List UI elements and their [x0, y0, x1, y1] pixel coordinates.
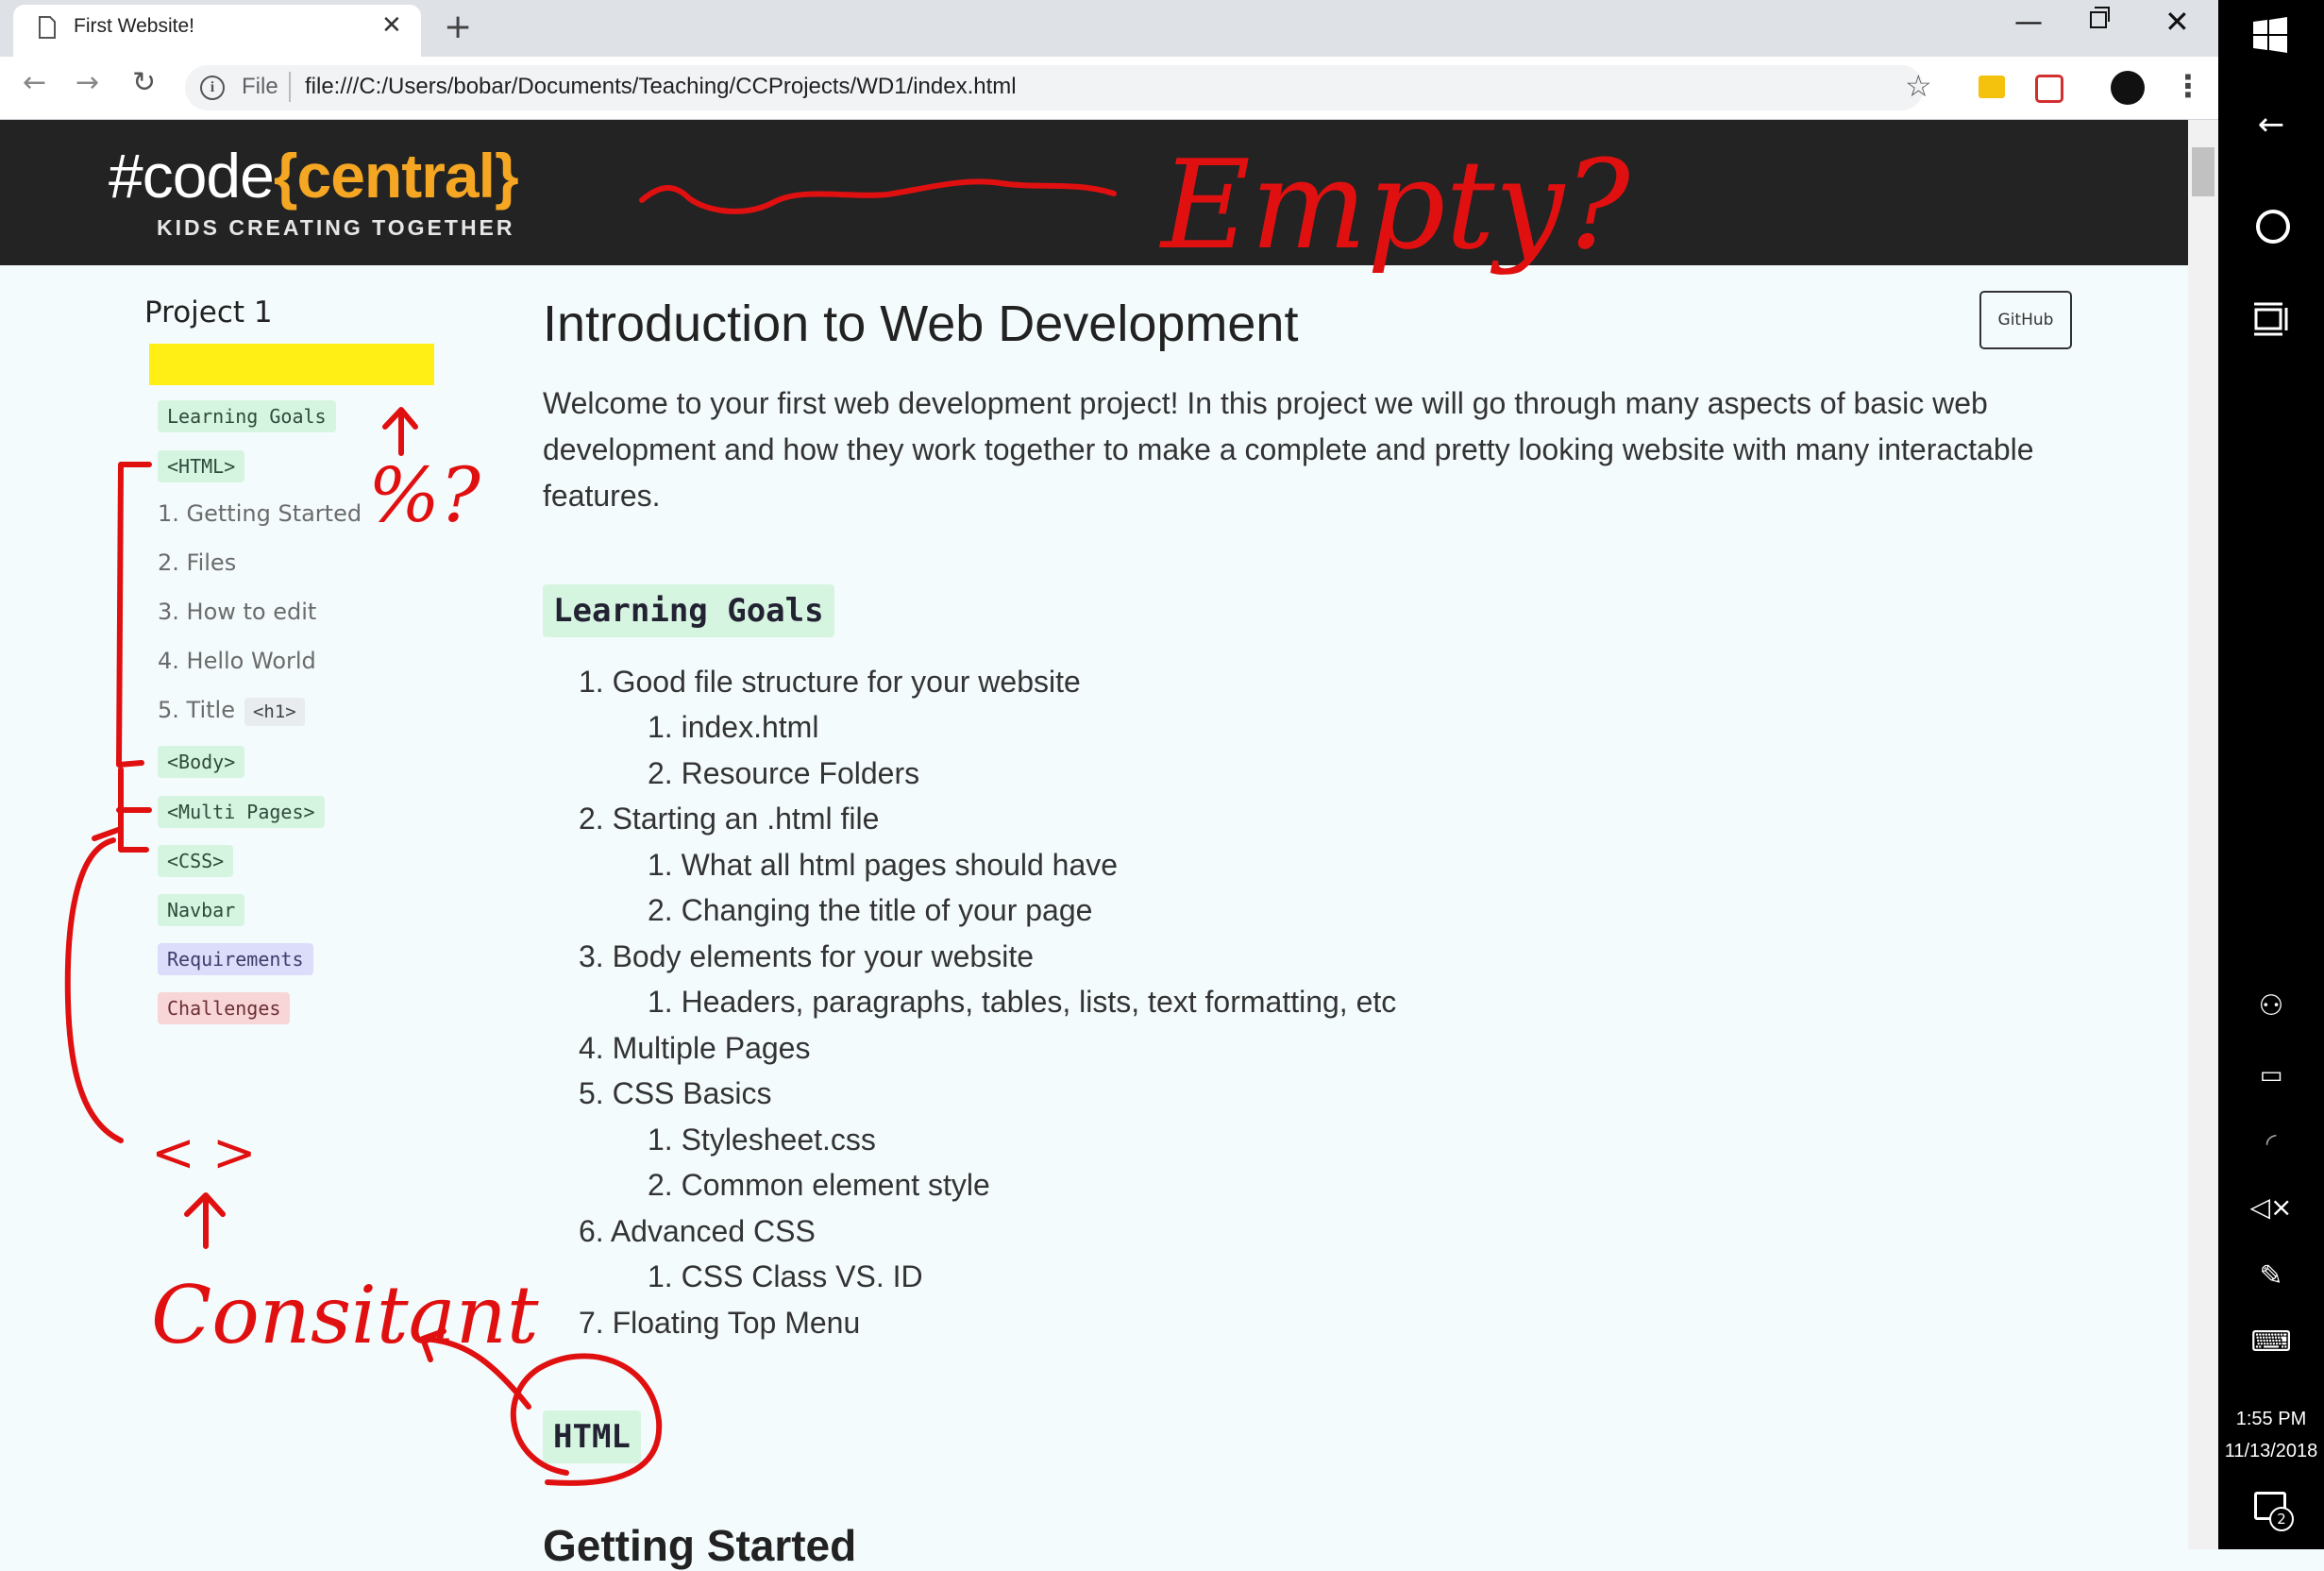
goal-subitem: 1. index.html — [648, 710, 819, 744]
taskbar-clock[interactable]: 1:55 PM 11/13/2018 — [2218, 1403, 2324, 1467]
clock-date: 11/13/2018 — [2224, 1441, 2318, 1461]
html-bracket-mark — [116, 462, 152, 768]
window-close-button[interactable]: ✕ — [2164, 4, 2190, 40]
sidebar-item-title[interactable]: 5. Title <h1> — [158, 697, 305, 726]
annotation-percent: %? — [368, 451, 481, 539]
learning-goals-heading: Learning Goals — [543, 584, 834, 637]
goal-item: 5. CSS Basics — [579, 1076, 772, 1110]
up-arrow-mark-2 — [184, 1192, 226, 1249]
wifi-icon[interactable]: ◜ — [2243, 1127, 2299, 1158]
sidebar-item-requirements[interactable]: Requirements — [158, 943, 313, 975]
goal-subitem: 1. Stylesheet.css — [648, 1123, 876, 1157]
back-arrow-icon[interactable]: ← — [23, 66, 46, 99]
reload-icon[interactable]: ↻ — [132, 66, 156, 99]
url-scheme-label: File — [242, 74, 278, 99]
battery-icon[interactable]: ▭ — [2243, 1061, 2299, 1090]
sidebar-item-title-code: <h1> — [244, 698, 305, 726]
info-icon[interactable]: i — [200, 76, 225, 100]
cortana-icon[interactable] — [2256, 210, 2290, 244]
sidebar-item-learning-goals[interactable]: Learning Goals — [158, 400, 336, 432]
sidebar-item-body[interactable]: <Body> — [158, 746, 245, 778]
getting-started-heading: Getting Started — [543, 1521, 857, 1570]
task-view-icon[interactable] — [2252, 302, 2290, 336]
tab-close-icon[interactable]: ✕ — [381, 11, 402, 40]
pen-icon[interactable]: ✎ — [2243, 1259, 2299, 1292]
goal-item: 6. Advanced CSS — [579, 1214, 816, 1248]
sidebar-item-navbar[interactable]: Navbar — [158, 894, 245, 926]
intro-paragraph: Welcome to your first web development pr… — [543, 386, 2034, 513]
goal-item: 3. Body elements for your website — [579, 939, 1035, 973]
new-tab-button[interactable]: + — [444, 8, 472, 46]
goal-subitem: 2. Common element style — [648, 1168, 990, 1202]
notification-count-badge: 2 — [2269, 1507, 2294, 1531]
up-arrow-mark — [382, 407, 418, 456]
url-text[interactable]: file:///C:/Users/bobar/Documents/Teachin… — [305, 74, 1017, 100]
restore-button[interactable] — [2090, 7, 2110, 28]
bookmark-star-icon[interactable]: ☆ — [1905, 68, 1932, 104]
goal-subitem: 1. Headers, paragraphs, tables, lists, t… — [648, 985, 1397, 1019]
goal-item: 4. Multiple Pages — [579, 1031, 811, 1065]
sidebar-item-hello-world[interactable]: 4. Hello World — [158, 648, 316, 674]
github-button[interactable]: GitHub — [1979, 291, 2072, 349]
sidebar-item-files[interactable]: 2. Files — [158, 549, 236, 576]
goal-subitem: 2. Resource Folders — [648, 756, 920, 790]
extension-icon[interactable] — [1979, 76, 2005, 98]
sidebar-item-multi-pages[interactable]: <Multi Pages> — [158, 796, 325, 828]
windows-start-icon[interactable] — [2252, 17, 2288, 53]
document-icon — [39, 16, 56, 39]
sidebar-item-title-label: 5. Title — [158, 697, 235, 723]
browser-menu-icon[interactable]: ⋮ — [2173, 68, 2203, 104]
sidebar-project-title: Project 1 — [144, 296, 273, 329]
sidebar-item-css[interactable]: <CSS> — [158, 845, 234, 877]
minimize-button[interactable]: — — [2014, 6, 2043, 39]
people-icon[interactable]: ⚇ — [2243, 989, 2299, 1022]
scrollbar-thumb[interactable] — [2192, 147, 2215, 196]
profile-avatar[interactable] — [2111, 71, 2145, 105]
volume-muted-icon[interactable]: ◁× — [2243, 1191, 2299, 1223]
address-divider — [289, 72, 291, 102]
page-scrollbar[interactable] — [2188, 120, 2218, 1549]
forward-arrow-icon[interactable]: → — [76, 66, 99, 99]
extension-record-icon[interactable] — [2035, 75, 2063, 103]
sidebar-item-getting-started[interactable]: 1. Getting Started — [158, 500, 362, 527]
goal-item: 2. Starting an .html file — [579, 802, 880, 836]
html-section-heading: HTML — [543, 1411, 641, 1463]
annotation-consistent: Consitant — [151, 1269, 539, 1361]
arrow-mark — [420, 1328, 531, 1410]
goal-subitem: 1. CSS Class VS. ID — [648, 1259, 923, 1293]
goal-item: 7. Floating Top Menu — [579, 1306, 861, 1340]
goal-subitem: 2. Changing the title of your page — [648, 893, 1093, 927]
css-bracket-mark — [92, 767, 149, 853]
annotation-brackets: < > — [151, 1123, 257, 1184]
site-tagline: KIDS CREATING TOGETHER — [157, 215, 515, 240]
back-arrow-taskbar-icon[interactable]: ← — [2243, 106, 2299, 144]
sidebar-item-challenges[interactable]: Challenges — [158, 992, 291, 1024]
goal-item: 1. Good file structure for your website — [579, 665, 1081, 699]
page-title: Introduction to Web Development — [543, 296, 1299, 352]
tab-title: First Website! — [74, 15, 194, 37]
sidebar-item-how-to-edit[interactable]: 3. How to edit — [158, 599, 316, 625]
goal-subitem: 1. What all html pages should have — [648, 848, 1119, 882]
clock-time: 1:55 PM — [2235, 1409, 2307, 1429]
keyboard-icon[interactable]: ⌨ — [2243, 1326, 2299, 1359]
site-logo[interactable]: #code{central} — [109, 140, 519, 211]
sidebar-item-html[interactable]: <HTML> — [158, 450, 245, 482]
yellow-highlight-mark — [149, 344, 434, 385]
long-bracket-mark — [64, 837, 124, 1143]
